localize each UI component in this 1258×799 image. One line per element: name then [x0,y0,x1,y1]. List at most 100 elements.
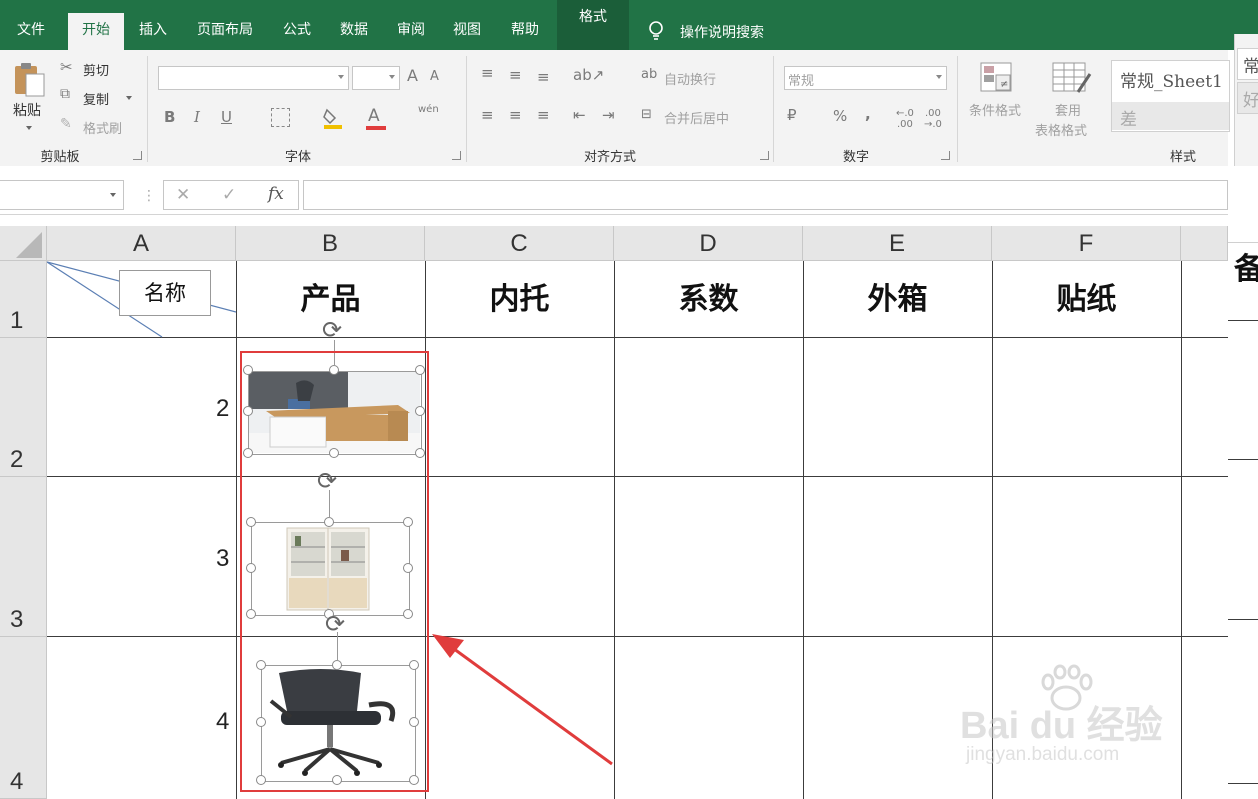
insert-function-icon[interactable]: fx [268,184,284,204]
tab-home[interactable]: 开始 [68,13,124,50]
tab-data[interactable]: 数据 [326,13,382,50]
column-header-b[interactable]: B [236,226,425,261]
cell-a4-value[interactable]: 4 [216,708,229,736]
format-as-table-icon [1052,62,1092,100]
align-center-icon[interactable]: ≡ [509,106,522,124]
column-header-e[interactable]: E [803,226,992,261]
alignment-launcher-icon[interactable] [760,151,769,160]
tab-file[interactable]: 文件 [0,13,62,50]
wrap-text-button[interactable]: 自动换行 [664,69,716,88]
paste-icon[interactable] [12,60,46,102]
number-format-select[interactable]: 常规 [784,66,947,90]
header-remarks-clipped[interactable]: 备 [1234,232,1258,322]
align-right-icon[interactable]: ≡ [537,106,550,124]
format-painter-button[interactable]: 格式刷 [83,118,122,137]
orientation-icon[interactable]: ab↗ [573,66,604,84]
clipboard-launcher-icon[interactable] [133,151,142,160]
align-top-icon[interactable]: ≡ [481,64,494,82]
currency-icon[interactable]: ₽ [787,106,797,124]
font-launcher-icon[interactable] [452,151,461,160]
row-header-1[interactable]: 1 [0,261,47,338]
name-box[interactable] [0,180,124,210]
header-coefficient[interactable]: 系数 [614,262,803,337]
column-header-c[interactable]: C [425,226,614,261]
select-all-corner[interactable] [0,226,47,261]
formula-input[interactable] [303,180,1228,210]
lightbulb-icon[interactable] [646,20,666,46]
row-header-4-label: 4 [10,768,24,795]
enter-icon[interactable]: ✓ [222,185,236,205]
copy-button[interactable]: 复制 [83,89,109,108]
tab-help[interactable]: 帮助 [498,13,552,50]
a1-name-textbox[interactable]: 名称 [119,270,211,316]
baidu-watermark: Bai du 经验 jingyan.baidu.com [960,664,1200,774]
name-box-dropdown-icon[interactable] [110,193,116,197]
tab-review[interactable]: 审阅 [384,13,438,50]
number-launcher-icon[interactable] [941,151,950,160]
row-header-4[interactable]: 4 [0,637,47,799]
font-color-button[interactable]: A [368,106,380,126]
merge-center-button[interactable]: 合并后居中 [664,108,729,127]
format-as-table-label-2[interactable]: 表格格式 [1035,120,1087,139]
cell-a2-value[interactable]: 2 [216,395,229,423]
italic-button[interactable]: I [194,108,200,126]
paste-button[interactable]: 粘贴 [13,100,41,120]
header-outer-box[interactable]: 外箱 [803,262,992,337]
cell-a3-value[interactable]: 3 [216,545,229,573]
phonetic-button[interactable]: wén [418,104,439,115]
format-as-table-label-1[interactable]: 套用 [1055,100,1081,119]
increase-indent-icon[interactable]: ⇥ [602,106,615,124]
decrease-decimal-icon[interactable]: .00 →.0 [924,108,942,130]
red-arrow-icon [432,634,613,766]
font-color-swatch [366,126,386,130]
comma-button[interactable]: , [865,105,871,123]
copy-dropdown-icon[interactable] [126,96,132,100]
underline-button[interactable]: U [221,108,232,126]
row-header-3[interactable]: 3 [0,477,47,637]
tab-formulas[interactable]: 公式 [270,13,324,50]
column-header-g[interactable] [1181,226,1228,261]
tab-view[interactable]: 视图 [440,13,494,50]
style-normal-clipped[interactable]: 常 [1237,48,1258,80]
format-painter-icon: ✎ [60,116,72,132]
style-bad-cell[interactable]: 差 [1112,102,1229,130]
cell-border [236,261,237,799]
tab-format[interactable]: 格式 [557,0,629,50]
conditional-format-button[interactable]: 条件格式 [969,100,1021,119]
style-normal-sheet1[interactable]: 常规_Sheet1 [1120,67,1223,92]
font-name-select[interactable] [158,66,349,90]
tab-page-layout[interactable]: 页面布局 [184,13,266,50]
grow-font-icon[interactable]: A [407,66,418,85]
paste-dropdown-icon[interactable] [26,126,32,130]
column-header-f[interactable]: F [992,226,1181,261]
svg-text:≠: ≠ [1000,79,1008,90]
bold-button[interactable]: B [164,108,175,126]
row-header-2[interactable]: 2 [0,338,47,477]
increase-decimal-icon[interactable]: ←.0.00 [896,108,914,130]
style-good-clipped[interactable]: 好 [1237,82,1258,114]
tell-me-search[interactable]: 操作说明搜索 [680,22,764,42]
cut-button[interactable]: 剪切 [83,60,109,79]
border-icon[interactable] [271,108,290,127]
header-inner-tray[interactable]: 内托 [425,262,614,337]
percent-button[interactable]: % [833,107,847,125]
header-sticker[interactable]: 贴纸 [992,262,1181,337]
rotate-handle-icon[interactable]: ⟳ [322,318,342,342]
cell-border [47,636,1228,637]
shrink-font-icon[interactable]: A [430,69,439,84]
tab-insert[interactable]: 插入 [126,13,180,50]
fill-color-icon[interactable] [322,106,344,134]
cancel-icon[interactable]: ✕ [176,185,190,205]
column-header-a[interactable]: A [47,226,236,261]
style-bad-label: 差 [1120,110,1137,130]
row-header-2-label: 2 [10,446,24,473]
align-middle-icon[interactable]: ≡ [509,66,522,84]
merge-center-icon: ⊟ [641,107,652,122]
group-divider [773,56,774,162]
font-size-select[interactable] [352,66,400,90]
column-header-d[interactable]: D [614,226,803,261]
drag-handle-icon[interactable]: ⋮ [142,188,156,204]
align-left-icon[interactable]: ≡ [481,106,494,124]
decrease-indent-icon[interactable]: ⇤ [573,106,586,124]
align-bottom-icon[interactable]: ≡ [537,68,550,86]
